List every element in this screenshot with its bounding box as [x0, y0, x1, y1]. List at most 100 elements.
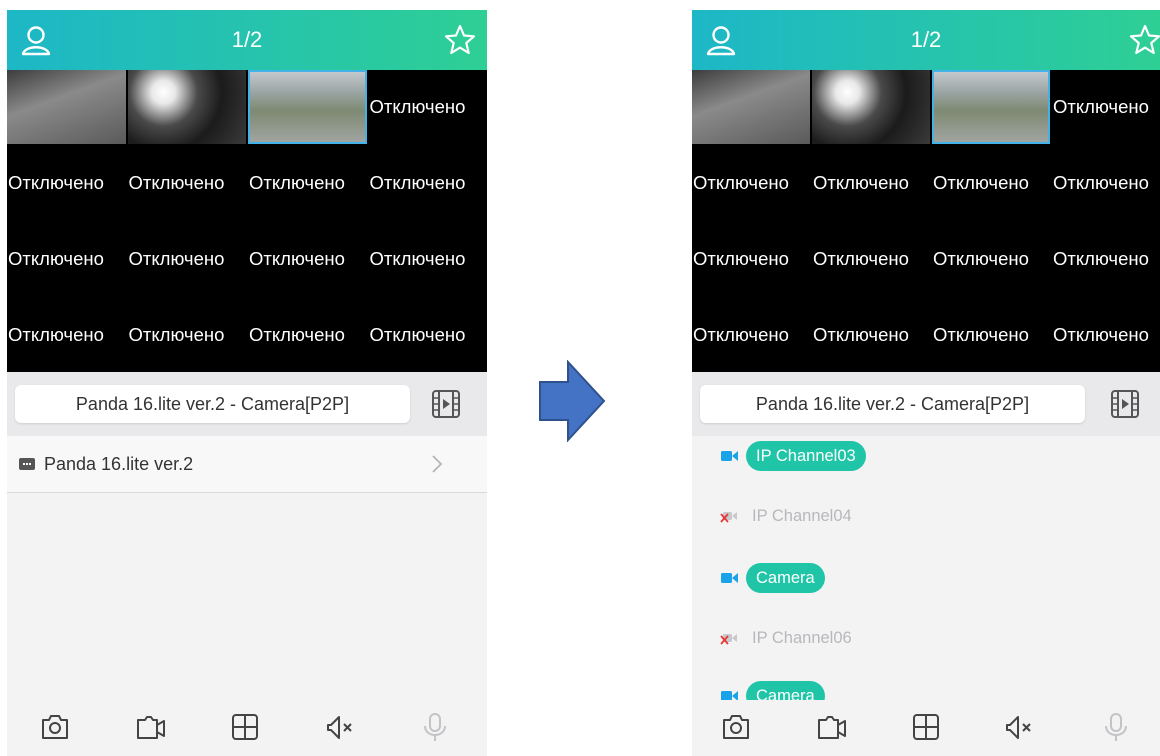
bottom-toolbar	[692, 700, 1160, 756]
camera-snapshot-icon[interactable]	[39, 711, 71, 743]
disconnected-label: Отключено	[249, 324, 345, 345]
dvr-device-icon	[19, 458, 35, 470]
record-icon[interactable]	[135, 711, 167, 743]
video-cell[interactable]: Отключено	[7, 298, 126, 372]
right-screen: 1/2 Отключено Отключено Отключено Отключ…	[692, 10, 1160, 756]
video-cell[interactable]: Отключено	[692, 298, 810, 372]
video-cell[interactable]: Отключено	[812, 222, 930, 296]
video-cell[interactable]: Отключено	[368, 146, 487, 220]
grid-layout-icon[interactable]	[910, 711, 942, 743]
playback-film-icon[interactable]	[1110, 389, 1140, 419]
channel-label: IP Channel03	[746, 441, 866, 471]
channel-item[interactable]: IP Channel04	[720, 500, 852, 532]
video-cell[interactable]: Отключено	[1052, 70, 1160, 144]
channel-item[interactable]: IP Channel06	[720, 622, 852, 654]
disconnected-label: Отключено	[8, 172, 104, 193]
video-cell[interactable]: Отключено	[7, 146, 126, 220]
video-cell[interactable]: Отключено	[812, 146, 930, 220]
device-name: Panda 16.lite ver.2	[44, 454, 194, 474]
star-icon[interactable]	[1128, 23, 1160, 57]
video-cell-selected[interactable]	[248, 70, 367, 144]
disconnected-label: Отключено	[1053, 248, 1149, 269]
camera-offline-icon	[720, 512, 737, 523]
camera-online-icon	[721, 573, 738, 583]
disconnected-label: Отключено	[1053, 324, 1149, 345]
video-grid: Отключено Отключено Отключено Отключено …	[7, 70, 487, 372]
disconnected-label: Отключено	[933, 324, 1029, 345]
video-cell[interactable]: Отключено	[1052, 222, 1160, 296]
video-cell[interactable]: Отключено	[812, 298, 930, 372]
video-cell[interactable]: Отключено	[368, 222, 487, 296]
video-cell[interactable]: Отключено	[932, 222, 1050, 296]
video-cell[interactable]: Отключено	[248, 222, 367, 296]
video-grid: Отключено Отключено Отключено Отключено …	[692, 70, 1160, 372]
device-selector[interactable]: Panda 16.lite ver.2 - Camera[P2P]	[15, 385, 410, 423]
disconnected-label: Отключено	[369, 172, 466, 193]
camera-online-icon	[721, 451, 738, 461]
disconnected-label: Отключено	[813, 172, 909, 193]
disconnected-label: Отключено	[249, 248, 345, 269]
disconnected-label: Отключено	[369, 248, 466, 269]
page-indicator: 1/2	[231, 27, 263, 52]
channel-list: IP Channel03 IP Channel04 Camera IP Chan…	[692, 436, 1160, 711]
video-cell[interactable]: Отключено	[368, 298, 487, 372]
disconnected-label: Отключено	[1053, 172, 1149, 193]
camera-snapshot-icon[interactable]	[720, 711, 752, 743]
user-icon[interactable]	[704, 23, 738, 57]
playback-film-icon[interactable]	[431, 389, 461, 419]
star-icon[interactable]	[443, 23, 477, 57]
disconnected-label: Отключено	[369, 96, 466, 117]
channel-item[interactable]: IP Channel03	[720, 440, 866, 472]
disconnected-label: Отключено	[933, 172, 1029, 193]
disconnected-label: Отключено	[693, 172, 789, 193]
grid-layout-icon[interactable]	[229, 711, 261, 743]
disconnected-label: Отключено	[128, 248, 225, 269]
bottom-toolbar	[7, 700, 487, 756]
video-cell-selected[interactable]	[932, 70, 1050, 144]
video-cell[interactable]	[812, 70, 930, 144]
channel-label: IP Channel04	[752, 506, 852, 525]
channel-label: Camera	[746, 563, 825, 593]
camera-offline-icon	[720, 634, 737, 645]
left-screen: 1/2 Отключено Отключено Отключено Отключ…	[7, 10, 487, 756]
video-cell[interactable]: Отключено	[248, 146, 367, 220]
record-icon[interactable]	[816, 711, 848, 743]
mute-icon[interactable]	[325, 711, 357, 743]
disconnected-label: Отключено	[8, 248, 104, 269]
video-cell[interactable]: Отключено	[1052, 298, 1160, 372]
disconnected-label: Отключено	[128, 324, 225, 345]
video-cell[interactable]: Отключено	[932, 146, 1050, 220]
header-bar: 1/2	[7, 10, 487, 70]
device-bar: Panda 16.lite ver.2 - Camera[P2P]	[692, 372, 1160, 436]
device-list-item[interactable]: Panda 16.lite ver.2	[7, 436, 487, 493]
video-cell[interactable]	[127, 70, 246, 144]
disconnected-label: Отключено	[369, 324, 466, 345]
video-cell[interactable]: Отключено	[127, 222, 246, 296]
disconnected-label: Отключено	[693, 248, 789, 269]
video-cell[interactable]: Отключено	[1052, 146, 1160, 220]
disconnected-label: Отключено	[693, 324, 789, 345]
video-cell[interactable]: Отключено	[692, 146, 810, 220]
user-icon[interactable]	[19, 23, 53, 57]
disconnected-label: Отключено	[813, 248, 909, 269]
microphone-icon[interactable]	[419, 711, 451, 743]
video-cell[interactable]: Отключено	[248, 298, 367, 372]
video-cell[interactable]: Отключено	[127, 298, 246, 372]
video-cell[interactable]: Отключено	[368, 70, 487, 144]
device-bar: Panda 16.lite ver.2 - Camera[P2P]	[7, 372, 487, 436]
video-cell[interactable]: Отключено	[692, 222, 810, 296]
video-cell[interactable]: Отключено	[932, 298, 1050, 372]
video-cell[interactable]	[7, 70, 126, 144]
disconnected-label: Отключено	[128, 172, 225, 193]
disconnected-label: Отключено	[8, 324, 104, 345]
microphone-icon[interactable]	[1100, 711, 1132, 743]
video-cell[interactable]	[692, 70, 810, 144]
video-cell[interactable]: Отключено	[127, 146, 246, 220]
header-bar: 1/2	[692, 10, 1160, 70]
channel-item[interactable]: Camera	[720, 562, 825, 594]
video-cell[interactable]: Отключено	[7, 222, 126, 296]
device-selector[interactable]: Panda 16.lite ver.2 - Camera[P2P]	[700, 385, 1085, 423]
mute-icon[interactable]	[1004, 711, 1036, 743]
channel-label: IP Channel06	[752, 628, 852, 647]
page-indicator: 1/2	[910, 27, 942, 52]
